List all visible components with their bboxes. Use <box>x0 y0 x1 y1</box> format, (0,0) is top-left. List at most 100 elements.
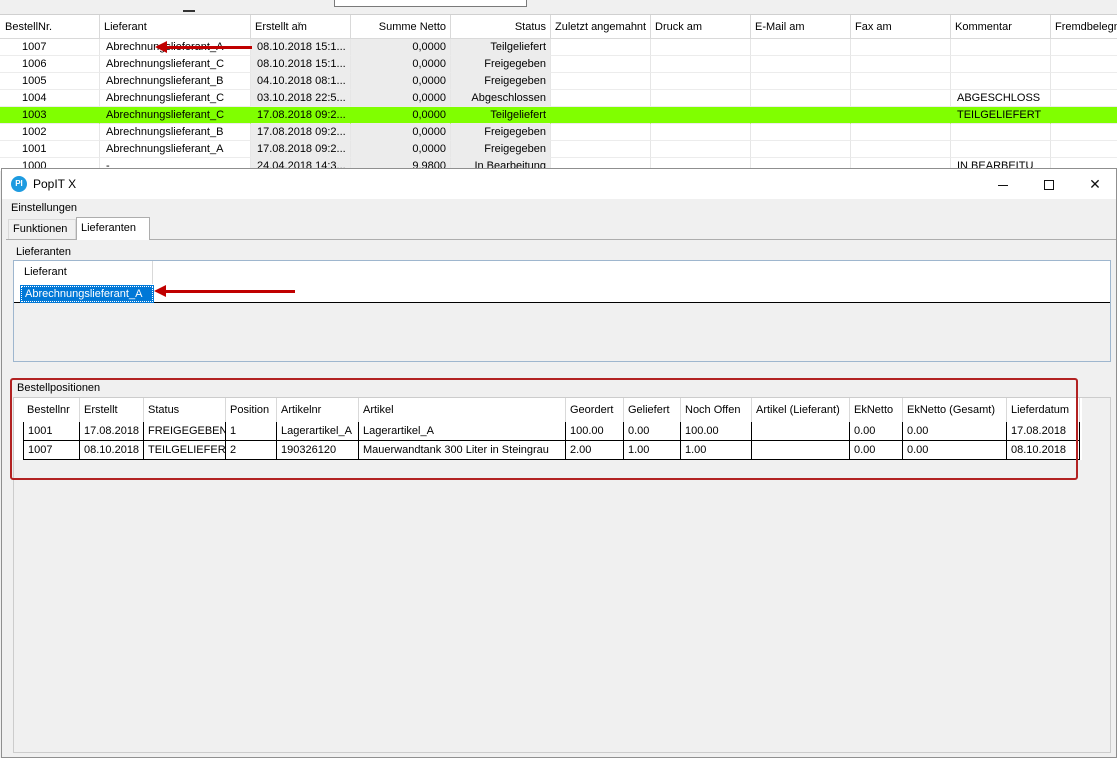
column-header[interactable]: Lieferant <box>100 15 251 38</box>
table-cell <box>851 56 951 73</box>
table-cell: 0,0000 <box>351 90 451 107</box>
table-cell: ABGESCHLOSS <box>951 90 1051 107</box>
table-cell <box>551 90 651 107</box>
table-cell: 0,0000 <box>351 56 451 73</box>
table-cell: 17.08.2018 09:2... <box>251 141 351 158</box>
table-cell <box>551 141 651 158</box>
table-cell: 1005 <box>0 73 100 90</box>
column-header[interactable]: Status <box>451 15 551 38</box>
table-cell: 1.00 <box>681 441 752 460</box>
close-button[interactable]: ✕ <box>1072 169 1117 199</box>
table-cell: 1001 <box>23 422 80 441</box>
table-row[interactable]: 1002 Abrechnungslieferant_B 17.08.2018 09:… <box>0 124 1117 141</box>
table-cell: 1002 <box>0 124 100 141</box>
column-header[interactable]: Artikelnr <box>277 398 359 422</box>
table-cell: Abrechnungslieferant_B <box>100 124 251 141</box>
table-cell: 100.00 <box>681 422 752 441</box>
sort-icon: ⌄ <box>296 17 303 26</box>
bestellpositionen-grid-header: Bestellnr Erstellt Status Position Artikelnr… <box>14 398 1082 422</box>
column-header-lieferant[interactable]: Lieferant <box>14 261 153 284</box>
column-header[interactable]: Lieferdatum <box>1007 398 1080 422</box>
table-cell: TEILGELIEFERT <box>951 107 1051 124</box>
table-cell: 0.00 <box>903 422 1007 441</box>
table-cell <box>651 73 751 90</box>
table-cell <box>851 90 951 107</box>
column-header[interactable]: Position <box>226 398 277 422</box>
table-cell: Lagerartikel_A <box>277 422 359 441</box>
table-cell: FREIGEGEBEN <box>144 422 226 441</box>
table-row[interactable]: 1001 Abrechnungslieferant_A 17.08.2018 09:… <box>0 141 1117 158</box>
table-cell: 1006 <box>0 56 100 73</box>
table-row[interactable]: 1006 Abrechnungslieferant_C 08.10.2018 15:… <box>0 56 1117 73</box>
table-cell: 1 <box>226 422 277 441</box>
column-header[interactable]: Summe Netto <box>351 15 451 38</box>
column-header[interactable]: EkNetto <box>850 398 903 422</box>
selected-lieferant-cell[interactable]: Abrechnungslieferant_A <box>20 285 154 303</box>
table-cell: Abrechnungslieferant_A <box>100 141 251 158</box>
column-header[interactable]: Artikel (Lieferant) <box>752 398 850 422</box>
table-cell <box>851 141 951 158</box>
minimize-button[interactable] <box>980 169 1026 199</box>
table-cell: Lagerartikel_A <box>359 422 566 441</box>
column-header[interactable]: Artikel <box>359 398 566 422</box>
table-cell <box>751 56 851 73</box>
table-cell: 03.10.2018 22:5... <box>251 90 351 107</box>
table-cell <box>851 73 951 90</box>
table-cell: Abgeschlossen <box>451 90 551 107</box>
column-header[interactable]: Zuletzt angemahnt <box>551 15 651 38</box>
table-cell: 100.00 <box>566 422 624 441</box>
column-header[interactable]: Geliefert <box>624 398 681 422</box>
table-cell <box>651 39 751 56</box>
table-row[interactable]: 1001 17.08.2018 FREIGEGEBEN 1 Lagerartikel_A… <box>14 422 1082 441</box>
table-cell <box>951 39 1051 56</box>
maximize-button[interactable] <box>1026 169 1072 199</box>
toolbar-search-box[interactable] <box>334 0 527 7</box>
column-header[interactable]: Erstellt <box>80 398 144 422</box>
column-header[interactable]: Bestellnr <box>23 398 80 422</box>
column-header[interactable]: E-Mail am <box>751 15 851 38</box>
column-header[interactable]: Fax am <box>851 15 951 38</box>
table-cell: 0,0000 <box>351 107 451 124</box>
table-row[interactable]: Abrechnungslieferant_A <box>14 284 1110 303</box>
table-row[interactable]: 1003 Abrechnungslieferant_C 17.08.2018 09:… <box>0 107 1117 124</box>
table-cell: Freigegeben <box>451 124 551 141</box>
column-header[interactable]: Druck am <box>651 15 751 38</box>
table-cell <box>751 141 851 158</box>
title-bar[interactable]: PI PopIT X ✕ <box>2 169 1116 199</box>
table-row[interactable]: 1007 08.10.2018 TEILGELIEFERT 2 190326120 Mau… <box>14 441 1082 460</box>
table-cell <box>651 107 751 124</box>
table-cell <box>551 124 651 141</box>
table-cell <box>1051 124 1117 141</box>
table-cell <box>1051 107 1117 124</box>
column-header[interactable]: Noch Offen <box>681 398 752 422</box>
table-cell: 17.08.2018 09:2... <box>251 107 351 124</box>
table-cell <box>751 124 851 141</box>
maximize-icon <box>1044 180 1054 191</box>
table-cell <box>752 422 850 441</box>
table-cell: 0,0000 <box>351 73 451 90</box>
table-row[interactable]: 1004 Abrechnungslieferant_C 03.10.2018 22:… <box>0 90 1117 107</box>
table-cell <box>752 441 850 460</box>
table-cell <box>851 124 951 141</box>
menu-settings[interactable]: Einstellungen <box>11 202 77 214</box>
column-header[interactable]: BestellNr. <box>0 15 100 38</box>
table-cell <box>951 73 1051 90</box>
table-cell: 1003 <box>0 107 100 124</box>
background-toolbar <box>0 0 1117 14</box>
tab-lieferanten[interactable]: Lieferanten <box>76 217 150 240</box>
column-header[interactable]: Status <box>144 398 226 422</box>
table-cell <box>1051 73 1117 90</box>
tab-funktionen[interactable]: Funktionen <box>8 219 76 239</box>
column-header[interactable]: Geordert <box>566 398 624 422</box>
lieferanten-group-label: Lieferanten <box>15 246 73 258</box>
column-header[interactable]: EkNetto (Gesamt) <box>903 398 1007 422</box>
table-cell: 17.08.2018 <box>80 422 144 441</box>
bestellpositionen-grid: Bestellnr Erstellt Status Position Artikelnr… <box>13 397 1111 753</box>
toolbar-dash <box>183 10 195 12</box>
column-header[interactable]: Kommentar <box>951 15 1051 38</box>
table-cell <box>1051 141 1117 158</box>
column-header[interactable]: Fremdbelegnr <box>1051 15 1117 38</box>
tab-page-lieferanten: Lieferanten Lieferant Abrechnungsliefera… <box>6 239 1116 757</box>
table-row[interactable]: 1005 Abrechnungslieferant_B 04.10.2018 08:… <box>0 73 1117 90</box>
table-cell: 17.08.2018 <box>1007 422 1080 441</box>
